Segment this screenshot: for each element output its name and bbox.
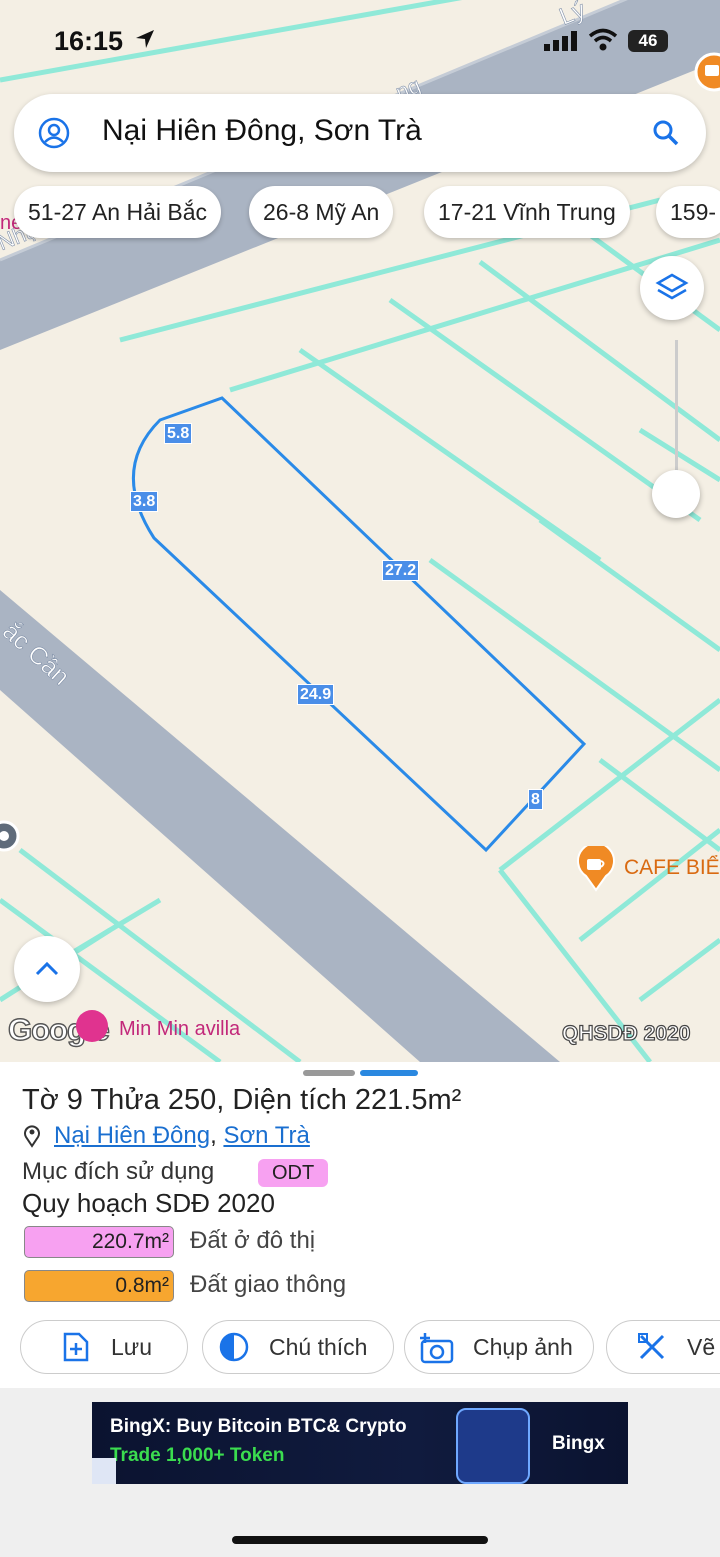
search-icon[interactable] xyxy=(652,119,680,147)
sheet-handle[interactable] xyxy=(303,1070,355,1076)
camera-icon xyxy=(420,1333,454,1364)
address-separator: , xyxy=(210,1122,224,1149)
layers-button[interactable] xyxy=(640,256,704,320)
cafe-icon[interactable] xyxy=(576,842,616,897)
battery-indicator: 46 xyxy=(628,30,668,52)
layer-watermark: QHSDĐ 2020 xyxy=(561,1021,691,1045)
legend-button-label: Chú thích xyxy=(269,1334,368,1360)
chip-suggestion[interactable]: 159- xyxy=(656,186,720,238)
photo-button[interactable]: Chụp ảnh xyxy=(404,1320,594,1374)
opacity-slider-knob[interactable] xyxy=(652,470,700,518)
legend-row: 220.7m² Đất ở đô thị xyxy=(24,1226,624,1258)
wifi-icon xyxy=(588,28,618,51)
legend-label: Đất ở đô thị xyxy=(190,1227,316,1254)
map-pin-icon xyxy=(24,1125,40,1148)
layers-icon xyxy=(655,273,689,300)
save-button[interactable]: Lưu xyxy=(20,1320,188,1374)
chip-suggestion[interactable]: 17-21 Vĩnh Trung xyxy=(424,186,630,238)
dimension-label: 3.8 xyxy=(130,491,159,512)
contrast-icon xyxy=(219,1332,249,1362)
poi-label-cafe[interactable]: CAFE BIỂ xyxy=(624,856,720,880)
status-bar: 16:15 46 xyxy=(0,0,720,80)
chip-suggestion[interactable]: 26-8 Mỹ An xyxy=(249,186,394,238)
ad-headline: BingX: Buy Bitcoin BTC& Crypto xyxy=(110,1416,407,1437)
plan-title: Quy hoạch SDĐ 2020 xyxy=(22,1188,275,1218)
villa-poi-icon[interactable] xyxy=(76,1010,108,1042)
home-indicator[interactable] xyxy=(232,1536,488,1544)
district-link[interactable]: Sơn Trà xyxy=(223,1122,309,1149)
ad-area: BingX: Buy Bitcoin BTC& Crypto Trade 1,0… xyxy=(0,1388,720,1557)
ward-link[interactable]: Nại Hiên Đông xyxy=(54,1122,210,1149)
draw-button[interactable]: Vẽ xyxy=(606,1320,720,1374)
land-use-label: Mục đích sử dụng xyxy=(22,1158,215,1185)
land-use-badge: ODT xyxy=(258,1159,329,1187)
parcel-info-sheet: Tờ 9 Thửa 250, Diện tích 221.5m² Nại Hiê… xyxy=(0,1062,720,1388)
draw-tools-icon xyxy=(638,1333,665,1360)
draw-label: Vẽ xyxy=(687,1334,716,1360)
dimension-label: 5.8 xyxy=(164,423,193,444)
chevron-up-icon xyxy=(35,961,59,976)
legend-swatch: 0.8m² xyxy=(24,1270,174,1302)
search-input[interactable]: Nại Hiên Đông, Sơn Trà xyxy=(102,114,422,148)
ad-brand: Bingx xyxy=(552,1433,605,1454)
road-bac-can xyxy=(0,590,560,1062)
expand-up-button[interactable] xyxy=(14,936,80,1002)
dimension-label: 27.2 xyxy=(382,560,420,581)
dimension-label: 8 xyxy=(528,789,543,810)
legend-area: 0.8m² xyxy=(115,1274,169,1297)
legend-label: Đất giao thông xyxy=(190,1271,347,1298)
chip-suggestion[interactable]: 51-27 An Hải Bắc xyxy=(14,186,222,238)
slot-machine-image xyxy=(456,1408,530,1484)
user-icon[interactable] xyxy=(38,117,70,149)
ad-banner[interactable]: BingX: Buy Bitcoin BTC& Crypto Trade 1,0… xyxy=(92,1402,628,1484)
legend-row: 0.8m² Đất giao thông xyxy=(24,1270,624,1302)
legend-button[interactable]: Chú thích xyxy=(202,1320,394,1374)
add-file-icon xyxy=(63,1332,89,1362)
ad-subline: Trade 1,000+ Token xyxy=(110,1445,285,1466)
save-label: Lưu xyxy=(111,1334,152,1360)
cellular-signal-icon xyxy=(544,31,577,51)
legend-swatch: 220.7m² xyxy=(24,1226,174,1258)
status-time: 16:15 xyxy=(54,26,124,56)
action-bar: Lưu Chú thích Chụp ảnh Vẽ xyxy=(0,1320,720,1376)
search-bar[interactable]: Nại Hiên Đông, Sơn Trà xyxy=(14,94,706,172)
parcel-title: Tờ 9 Thửa 250, Diện tích 221.5m² xyxy=(22,1084,462,1116)
location-pin-icon[interactable] xyxy=(0,818,26,867)
ad-choices-icon[interactable] xyxy=(92,1458,116,1484)
location-arrow-icon xyxy=(136,30,154,48)
dimension-label: 24.9 xyxy=(297,684,335,705)
sheet-handle-active[interactable] xyxy=(360,1070,418,1076)
suggestion-chips: 51-27 An Hải Bắc 26-8 Mỹ An 17-21 Vĩnh T… xyxy=(0,186,720,242)
legend-area: 220.7m² xyxy=(91,1230,169,1253)
poi-label-villa[interactable]: Min Min avilla xyxy=(119,1018,240,1041)
photo-label: Chụp ảnh xyxy=(473,1334,573,1360)
